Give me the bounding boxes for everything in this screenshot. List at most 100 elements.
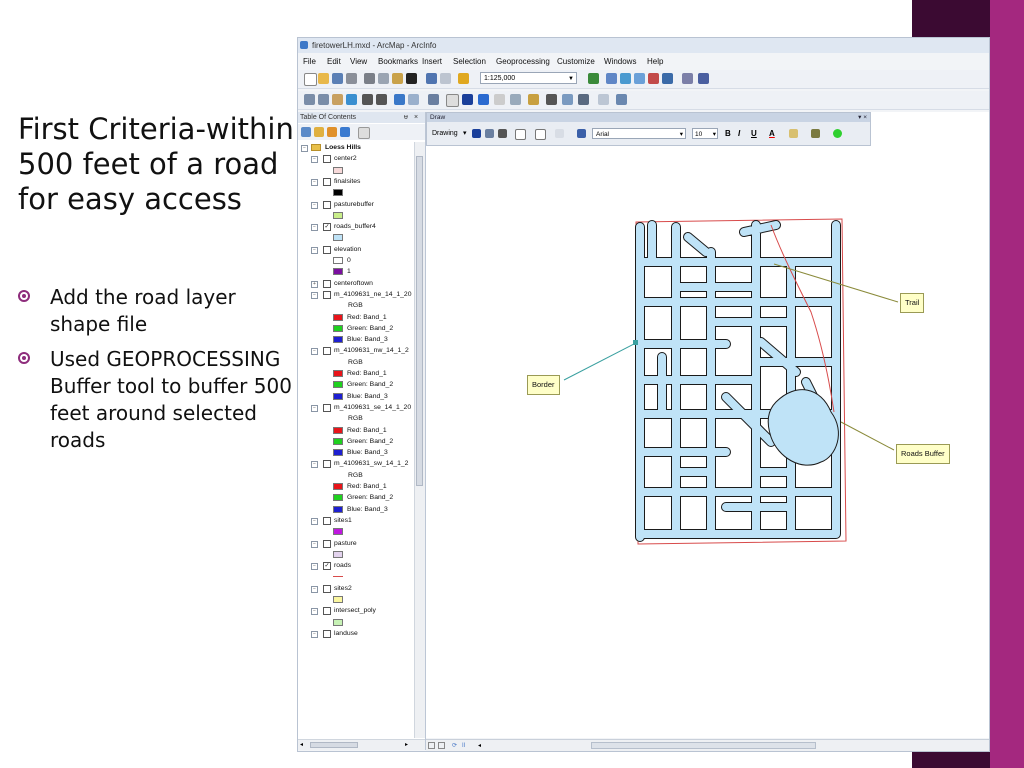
zoom-to-selected-icon[interactable] — [498, 129, 507, 138]
layer-visibility-checkbox[interactable] — [323, 245, 331, 254]
editor-toolbar-icon[interactable] — [588, 73, 599, 84]
bold-button[interactable]: B — [725, 124, 731, 144]
chevron-down-icon[interactable]: ▾ — [463, 124, 467, 144]
layer-visibility-checkbox[interactable] — [323, 155, 331, 164]
pan-hand-icon[interactable] — [332, 94, 343, 105]
data-view-icon[interactable] — [428, 742, 435, 749]
layer-symbol-swatch[interactable] — [333, 234, 343, 242]
refresh-icon[interactable]: ⟳ — [452, 740, 457, 751]
menu-customize[interactable]: Customize — [557, 54, 595, 69]
select-elements-icon[interactable] — [462, 94, 473, 105]
layer-symbol-swatch[interactable] — [333, 618, 343, 626]
print-icon[interactable] — [346, 73, 357, 84]
html-popup-icon[interactable] — [510, 94, 521, 105]
layout-view-icon[interactable] — [438, 742, 445, 749]
identify-icon[interactable] — [478, 94, 489, 105]
collapse-icon[interactable]: − — [311, 246, 318, 254]
layer-visibility-checkbox[interactable] — [323, 347, 331, 356]
collapse-icon[interactable]: − — [311, 156, 318, 164]
rotate-icon[interactable] — [485, 129, 494, 138]
map-horizontal-scrollbar-thumb[interactable] — [591, 742, 816, 749]
list-by-selection-icon[interactable] — [340, 127, 350, 137]
create-viewer-icon[interactable] — [616, 94, 627, 105]
save-icon[interactable] — [332, 73, 343, 84]
collapse-icon[interactable]: − — [311, 224, 318, 232]
menu-geoprocessing[interactable]: Geoprocessing — [496, 54, 550, 69]
hyperlink-icon[interactable] — [494, 94, 505, 105]
menu-file[interactable]: File — [303, 54, 316, 69]
delete-icon[interactable] — [406, 73, 417, 84]
open-folder-icon[interactable] — [318, 73, 329, 84]
toc-horizontal-scrollbar[interactable]: ◂ ▸ — [298, 739, 425, 750]
layer-visibility-checkbox[interactable] — [323, 584, 331, 593]
collapse-icon[interactable]: − — [311, 517, 318, 525]
go-to-xy-icon[interactable] — [578, 94, 589, 105]
collapse-icon[interactable]: − — [311, 630, 318, 638]
menu-bookmarks[interactable]: Bookmarks — [378, 54, 418, 69]
roads-buffer-layer[interactable] — [635, 220, 841, 542]
collapse-icon[interactable]: − — [311, 404, 318, 412]
layer-symbol-swatch[interactable] — [333, 189, 343, 197]
legend-swatch[interactable] — [333, 336, 343, 344]
rectangle-icon[interactable] — [515, 129, 526, 140]
menu-insert[interactable]: Insert — [422, 54, 442, 69]
pause-drawing-icon[interactable]: II — [462, 740, 465, 751]
collapse-icon[interactable]: − — [311, 540, 318, 548]
select-elements-icon[interactable] — [472, 129, 481, 138]
fill-color-icon[interactable] — [789, 129, 798, 138]
text-icon[interactable] — [577, 129, 586, 138]
list-by-visibility-icon[interactable] — [327, 127, 337, 137]
layer-visibility-checkbox[interactable]: ✓ — [323, 562, 331, 571]
redo-icon[interactable] — [440, 73, 451, 84]
list-by-source-icon[interactable] — [314, 127, 324, 137]
menu-view[interactable]: View — [350, 54, 367, 69]
toc-vertical-scrollbar[interactable] — [414, 142, 425, 738]
line-color-icon[interactable] — [811, 129, 820, 138]
help-pointer-icon[interactable] — [698, 73, 709, 84]
legend-swatch[interactable] — [333, 381, 343, 389]
drawing-menu-button[interactable]: Drawing — [432, 124, 458, 144]
edit-vertices-icon[interactable] — [555, 129, 564, 138]
fixed-zoom-in-icon[interactable] — [362, 94, 373, 105]
layer-visibility-checkbox[interactable] — [323, 403, 331, 412]
roads-buffer-callout[interactable]: Roads Buffer — [896, 444, 950, 464]
collapse-icon[interactable]: − — [311, 291, 318, 299]
cut-icon[interactable] — [364, 73, 375, 84]
legend-swatch[interactable] — [333, 483, 343, 490]
copy-icon[interactable] — [378, 73, 389, 84]
menu-windows[interactable]: Windows — [604, 54, 636, 69]
legend-swatch[interactable] — [333, 426, 343, 434]
trail-callout[interactable]: Trail — [900, 293, 925, 313]
collapse-icon[interactable]: − — [311, 608, 318, 616]
underline-button[interactable]: U — [751, 124, 757, 144]
legend-swatch[interactable] — [333, 505, 343, 513]
draw-toolbar-close-icon[interactable]: ▾ × — [858, 113, 867, 122]
collapse-icon[interactable]: − — [311, 461, 318, 469]
collapse-icon[interactable]: − — [311, 178, 318, 186]
map-scale-select[interactable]: 1:125,000 ▼ — [480, 72, 577, 84]
python-window-icon[interactable] — [662, 73, 673, 84]
horizontal-scrollbar-thumb[interactable] — [310, 742, 358, 748]
find-binoculars-icon[interactable] — [546, 94, 557, 105]
select-features-icon[interactable] — [428, 94, 439, 105]
close-icon[interactable]: × — [414, 112, 418, 123]
menu-help[interactable]: Help — [647, 54, 663, 69]
scroll-left-icon[interactable]: ◂ — [478, 740, 481, 751]
model-builder-icon[interactable] — [682, 73, 693, 84]
layer-visibility-checkbox[interactable]: ✓ — [323, 223, 331, 232]
legend-swatch[interactable] — [333, 370, 343, 377]
marker-color-icon[interactable] — [833, 129, 842, 138]
font-color-button[interactable]: A — [769, 124, 775, 144]
border-callout[interactable]: Border — [527, 375, 560, 395]
measure-icon[interactable] — [528, 94, 539, 105]
forward-extent-icon[interactable] — [408, 94, 419, 105]
collapse-icon[interactable]: − — [311, 563, 318, 571]
legend-swatch[interactable] — [333, 494, 343, 502]
expand-icon[interactable]: + — [311, 280, 318, 288]
layer-visibility-checkbox[interactable] — [323, 460, 331, 469]
layer-visibility-checkbox[interactable] — [323, 629, 331, 638]
legend-swatch[interactable] — [333, 437, 343, 445]
catalog-icon[interactable] — [620, 73, 631, 84]
toc-options-icon[interactable] — [358, 127, 370, 139]
collapse-icon[interactable]: − — [311, 348, 318, 356]
